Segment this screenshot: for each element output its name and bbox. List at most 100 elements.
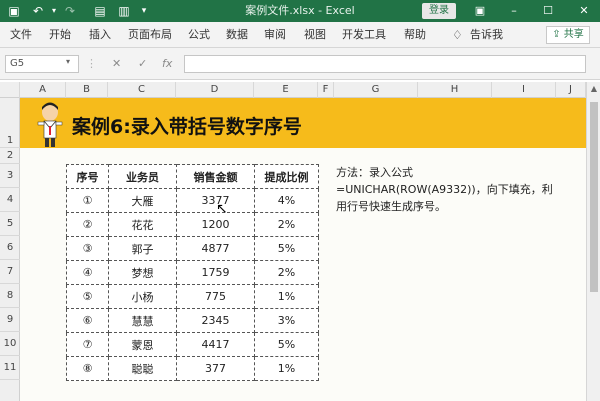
tell-me-search[interactable]: 告诉我: [470, 22, 503, 48]
table-row: ⑦ 蒙恩 4417 5%: [66, 332, 319, 357]
row-header-10[interactable]: 10: [0, 332, 20, 356]
cell-index[interactable]: ①: [66, 188, 109, 213]
cell-salesperson[interactable]: 聪聪: [108, 356, 177, 381]
column-header-g[interactable]: G: [334, 82, 418, 98]
column-header-e[interactable]: E: [254, 82, 318, 98]
column-header-c[interactable]: C: [108, 82, 176, 98]
header-sales-amount[interactable]: 销售金额: [176, 164, 255, 189]
tab-help[interactable]: 帮助: [404, 22, 426, 48]
row-header-2[interactable]: 2: [0, 148, 20, 164]
header-index[interactable]: 序号: [66, 164, 109, 189]
tab-review[interactable]: 审阅: [264, 22, 286, 48]
cell-index[interactable]: ④: [66, 260, 109, 285]
cancel-icon[interactable]: ✕: [112, 56, 121, 72]
enter-icon[interactable]: ✓: [138, 56, 147, 72]
row-header-8[interactable]: 8: [0, 284, 20, 308]
column-header-d[interactable]: D: [176, 82, 254, 98]
minimize-icon[interactable]: –: [506, 2, 522, 20]
column-headers: A B C D E F G H I J: [0, 82, 600, 98]
cell-commission-rate[interactable]: 3%: [254, 308, 319, 333]
cell-sales-amount[interactable]: 4417: [176, 332, 255, 357]
cell-sales-amount[interactable]: 4877: [176, 236, 255, 261]
cell-salesperson[interactable]: 梦想: [108, 260, 177, 285]
row-header-3[interactable]: 3: [0, 164, 20, 188]
close-icon[interactable]: ✕: [576, 2, 592, 20]
cell-sales-amount[interactable]: 2345: [176, 308, 255, 333]
cell-salesperson[interactable]: 郭子: [108, 236, 177, 261]
table-row: ⑤ 小杨 775 1%: [66, 284, 319, 309]
header-commission-rate[interactable]: 提成比例: [254, 164, 319, 189]
table-row: ② 花花 1200 2%: [66, 212, 319, 237]
tab-developer[interactable]: 开发工具: [342, 22, 386, 48]
login-button[interactable]: 登录: [422, 3, 456, 19]
share-button[interactable]: ⇪ 共享: [546, 26, 590, 44]
scroll-up-icon[interactable]: ▲: [587, 82, 600, 96]
table-row: ⑧ 聪聪 377 1%: [66, 356, 319, 381]
table-row: ③ 郭子 4877 5%: [66, 236, 319, 261]
select-all-corner[interactable]: [0, 82, 20, 98]
cell-index[interactable]: ②: [66, 212, 109, 237]
cell-sales-amount[interactable]: 377: [176, 356, 255, 381]
mouse-cursor-icon: ↖: [216, 201, 228, 217]
sales-table: 序号 业务员 销售金额 提成比例 ① 大雁 3377 4% ② 花花 1200 …: [66, 164, 319, 381]
table-header-row: 序号 业务员 销售金额 提成比例: [66, 164, 319, 189]
maximize-icon[interactable]: ☐: [540, 2, 556, 20]
worksheet-grid[interactable]: 案例6:录入带括号数字序号 序号 业务员 销售金额 提成比例 ① 大雁 3377…: [20, 98, 586, 401]
header-salesperson[interactable]: 业务员: [108, 164, 177, 189]
tab-page-layout[interactable]: 页面布局: [128, 22, 172, 48]
cell-commission-rate[interactable]: 4%: [254, 188, 319, 213]
tab-formulas[interactable]: 公式: [188, 22, 210, 48]
cell-commission-rate[interactable]: 2%: [254, 260, 319, 285]
ribbon-tabs: 文件 开始 插入 页面布局 公式 数据 审阅 视图 开发工具 帮助 ♢ 告诉我 …: [0, 22, 600, 48]
tab-data[interactable]: 数据: [226, 22, 248, 48]
cell-salesperson[interactable]: 大雁: [108, 188, 177, 213]
row-header-9[interactable]: 9: [0, 308, 20, 332]
cell-commission-rate[interactable]: 5%: [254, 236, 319, 261]
lightbulb-icon: ♢: [452, 28, 463, 42]
cell-sales-amount[interactable]: 1759: [176, 260, 255, 285]
cell-salesperson[interactable]: 慧慧: [108, 308, 177, 333]
row-header-11[interactable]: 11: [0, 356, 20, 380]
column-header-a[interactable]: A: [20, 82, 66, 98]
table-row: ① 大雁 3377 4%: [66, 188, 319, 213]
cell-salesperson[interactable]: 小杨: [108, 284, 177, 309]
row-header-4[interactable]: 4: [0, 188, 20, 212]
vertical-scrollbar[interactable]: ▲: [586, 82, 600, 401]
tab-home[interactable]: 开始: [49, 22, 71, 48]
ribbon-display-icon[interactable]: ▣: [472, 2, 488, 20]
table-row: ⑥ 慧慧 2345 3%: [66, 308, 319, 333]
note-line: 方法：录入公式: [336, 166, 413, 179]
cell-commission-rate[interactable]: 1%: [254, 356, 319, 381]
more-icon: ⋮: [86, 57, 97, 70]
cell-index[interactable]: ⑤: [66, 284, 109, 309]
scrollbar-thumb[interactable]: [590, 102, 598, 292]
row-header-5[interactable]: 5: [0, 212, 20, 236]
cell-index[interactable]: ⑥: [66, 308, 109, 333]
mascot-icon: [37, 102, 63, 147]
tab-view[interactable]: 视图: [304, 22, 326, 48]
cell-index[interactable]: ⑧: [66, 356, 109, 381]
cell-salesperson[interactable]: 蒙恩: [108, 332, 177, 357]
formula-input[interactable]: [184, 55, 586, 73]
cell-commission-rate[interactable]: 5%: [254, 332, 319, 357]
cell-sales-amount[interactable]: 775: [176, 284, 255, 309]
title-bar: ▣ ↶ ▾ ↷ ▤ ▥ ▾ 案例文件.xlsx - Excel 登录 ▣ – ☐…: [0, 0, 600, 22]
cell-commission-rate[interactable]: 1%: [254, 284, 319, 309]
column-header-j[interactable]: J: [556, 82, 586, 98]
cell-salesperson[interactable]: 花花: [108, 212, 177, 237]
insert-function-icon[interactable]: fx: [162, 56, 172, 72]
row-header-7[interactable]: 7: [0, 260, 20, 284]
cell-index[interactable]: ③: [66, 236, 109, 261]
name-box-dropdown-icon[interactable]: ▾: [66, 57, 70, 66]
column-header-f[interactable]: F: [318, 82, 334, 98]
table-row: ④ 梦想 1759 2%: [66, 260, 319, 285]
column-header-i[interactable]: I: [492, 82, 556, 98]
row-header-1[interactable]: 1: [0, 98, 20, 148]
column-header-h[interactable]: H: [418, 82, 492, 98]
tab-insert[interactable]: 插入: [89, 22, 111, 48]
tab-file[interactable]: 文件: [10, 22, 32, 48]
cell-commission-rate[interactable]: 2%: [254, 212, 319, 237]
cell-index[interactable]: ⑦: [66, 332, 109, 357]
row-header-6[interactable]: 6: [0, 236, 20, 260]
column-header-b[interactable]: B: [66, 82, 108, 98]
